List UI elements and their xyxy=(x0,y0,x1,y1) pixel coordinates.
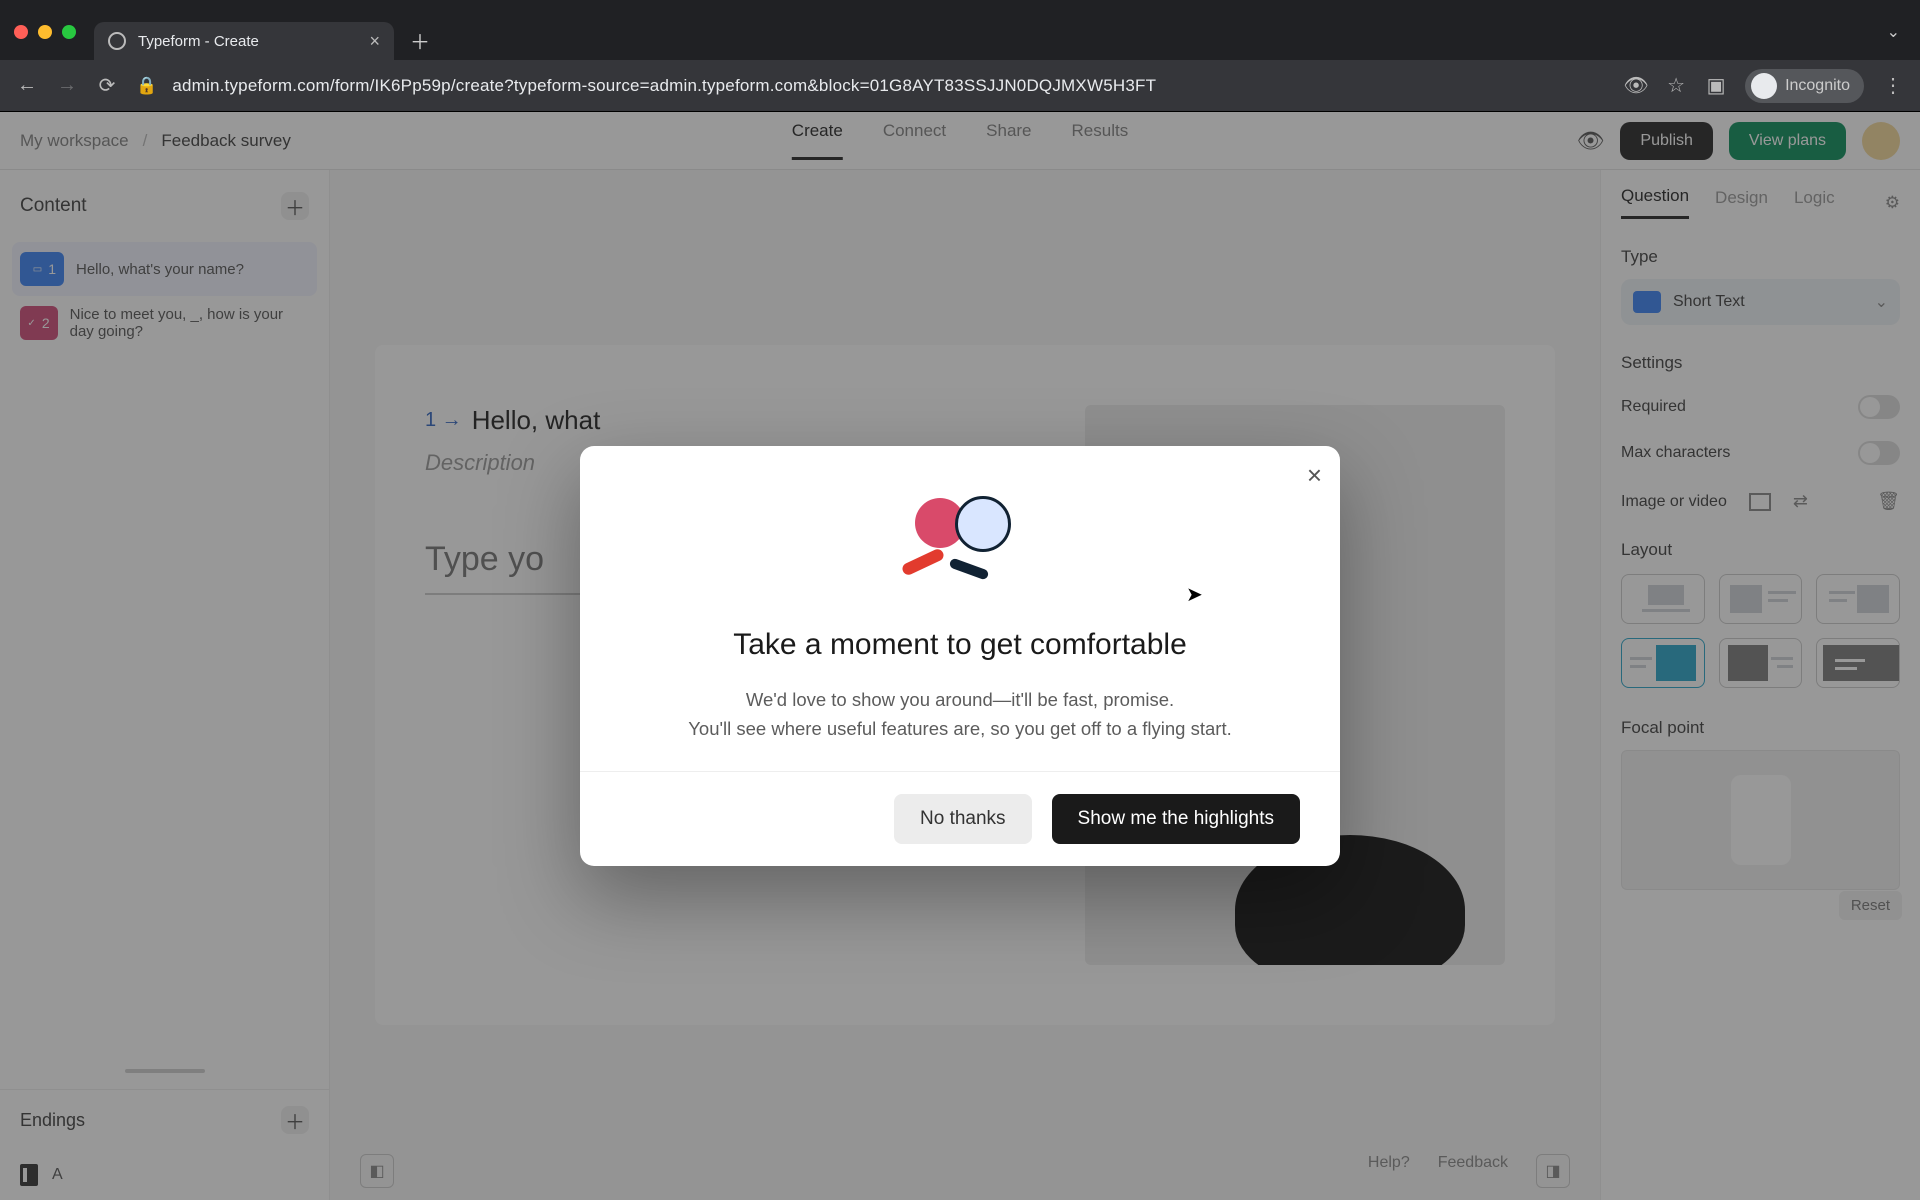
url-text: admin.typeform.com/form/IK6Pp59p/create?… xyxy=(172,76,1156,95)
kebab-menu-icon[interactable]: ⋮ xyxy=(1882,75,1904,97)
close-tab-icon[interactable]: × xyxy=(369,31,380,52)
maximize-window-icon[interactable] xyxy=(62,25,76,39)
browser-tab[interactable]: Typeform - Create × xyxy=(94,22,394,60)
modal-title: Take a moment to get comfortable xyxy=(640,628,1280,662)
modal-scrim[interactable]: × Take a moment to get comfortable We'd … xyxy=(0,112,1920,1200)
lock-icon: 🔒 xyxy=(136,76,157,95)
show-highlights-button[interactable]: Show me the highlights xyxy=(1052,794,1300,844)
incognito-icon xyxy=(1751,73,1777,99)
tab-title: Typeform - Create xyxy=(138,33,259,50)
browser-toolbar: ← → ⟳ 🔒 admin.typeform.com/form/IK6Pp59p… xyxy=(0,60,1920,112)
reload-icon[interactable]: ⟳ xyxy=(96,75,118,97)
close-window-icon[interactable] xyxy=(14,25,28,39)
forward-icon[interactable]: → xyxy=(56,75,78,97)
incognito-badge[interactable]: Incognito xyxy=(1745,69,1864,103)
back-icon[interactable]: ← xyxy=(16,75,38,97)
onboarding-modal: × Take a moment to get comfortable We'd … xyxy=(580,446,1340,866)
new-tab-button[interactable]: ＋ xyxy=(404,24,436,56)
no-thanks-button[interactable]: No thanks xyxy=(894,794,1032,844)
close-icon[interactable]: × xyxy=(1307,460,1322,491)
modal-illustration xyxy=(885,486,1035,606)
browser-tabstrip: Typeform - Create × ＋ ⌄ xyxy=(0,12,1920,60)
modal-line-2: You'll see where useful features are, so… xyxy=(640,715,1280,744)
modal-line-1: We'd love to show you around—it'll be fa… xyxy=(640,686,1280,715)
tab-overflow-icon[interactable]: ⌄ xyxy=(1887,22,1900,42)
eye-off-icon[interactable]: 👁 xyxy=(1625,75,1647,97)
panel-icon[interactable]: ▣ xyxy=(1705,75,1727,97)
minimize-window-icon[interactable] xyxy=(38,25,52,39)
tab-favicon-icon xyxy=(108,32,126,50)
star-icon[interactable]: ☆ xyxy=(1665,75,1687,97)
incognito-label: Incognito xyxy=(1785,77,1850,95)
address-bar[interactable]: 🔒 admin.typeform.com/form/IK6Pp59p/creat… xyxy=(136,76,1607,96)
window-controls[interactable] xyxy=(14,25,76,39)
